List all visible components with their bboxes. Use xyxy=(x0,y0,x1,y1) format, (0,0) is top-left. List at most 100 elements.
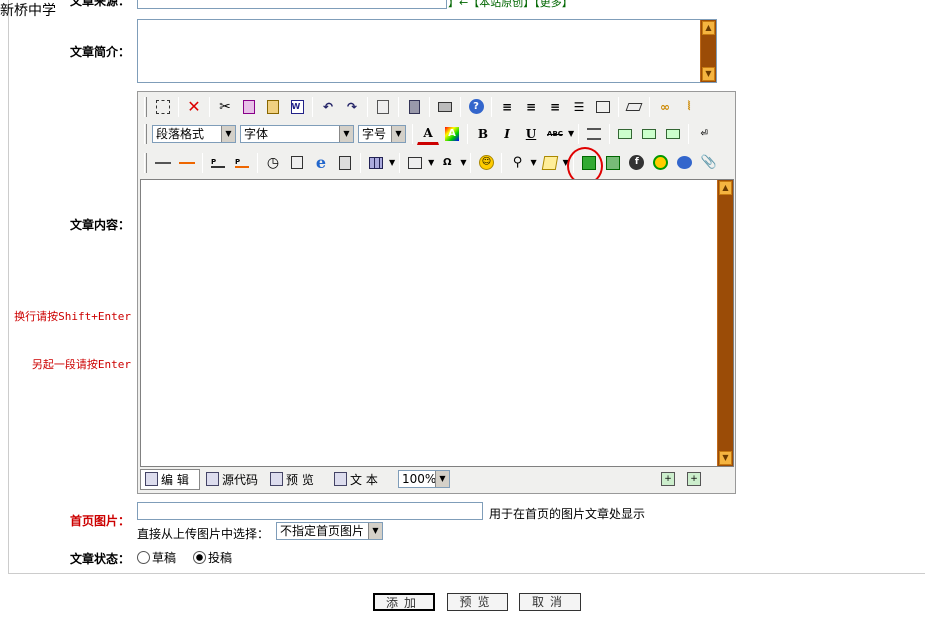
align-right-icon[interactable]: ≡ xyxy=(544,96,566,118)
status-draft-radio[interactable]: 草稿 xyxy=(137,549,176,566)
special-char-icon[interactable]: Ω xyxy=(436,152,458,174)
font-size-select[interactable]: 字号 ▼ xyxy=(358,124,406,143)
insert-row-icon[interactable] xyxy=(638,123,660,145)
shrink-editor-icon[interactable]: + xyxy=(687,472,701,486)
realplayer-icon[interactable] xyxy=(674,152,696,174)
print-icon[interactable] xyxy=(434,96,456,118)
zoom-dropdown-icon[interactable]: ▼ xyxy=(530,158,536,167)
mode-source-tab[interactable]: 源代码 xyxy=(202,470,264,489)
clock-icon[interactable]: ◷ xyxy=(262,152,284,174)
media-player-icon[interactable] xyxy=(650,152,672,174)
summary-scrollbar[interactable]: ▲ ▼ xyxy=(700,20,716,82)
bold-icon[interactable]: B xyxy=(472,123,494,145)
zoom-icon[interactable]: ⚲ xyxy=(506,152,528,174)
italic-icon[interactable]: I xyxy=(496,123,518,145)
toolbar-grip xyxy=(144,96,147,117)
school-name: 新桥中学 xyxy=(0,3,56,19)
preview-button[interactable]: 预览 xyxy=(447,593,508,611)
content-edit-area[interactable]: ▲ ▼ xyxy=(140,179,734,467)
form-icon[interactable] xyxy=(334,152,356,174)
status-submit-radio[interactable]: 投稿 xyxy=(193,549,232,566)
find-icon[interactable] xyxy=(372,96,394,118)
scroll-up-icon[interactable]: ▲ xyxy=(702,21,715,35)
form-dropdown-icon[interactable]: ▼ xyxy=(428,158,434,167)
summary-textarea[interactable]: ▲ ▼ xyxy=(137,19,717,83)
insert-image-upload-icon[interactable] xyxy=(602,152,624,174)
strikethrough-icon[interactable]: ABC xyxy=(544,123,566,145)
enlarge-editor-icon[interactable]: + xyxy=(661,472,675,486)
insert-row-after-icon[interactable] xyxy=(662,123,684,145)
edit-icon xyxy=(145,472,158,486)
paste-word-icon[interactable]: W xyxy=(286,96,308,118)
marquee-color-icon[interactable]: P xyxy=(231,152,253,174)
link-icon[interactable]: ∞ xyxy=(654,96,676,118)
source-links-text[interactable]: 本站原创】【更多】 xyxy=(479,0,573,9)
insert-row-before-icon[interactable] xyxy=(614,123,636,145)
paragraph-format-select[interactable]: 段落格式 ▼ xyxy=(152,124,236,143)
scroll-up-icon[interactable]: ▲ xyxy=(719,181,732,195)
undo-icon[interactable]: ↶ xyxy=(317,96,339,118)
cover-image-select[interactable]: 不指定首页图片 ▼ xyxy=(276,522,383,540)
mode-preview-tab[interactable]: 预 览 xyxy=(266,470,328,489)
note-icon[interactable] xyxy=(539,152,561,174)
toolbar-separator xyxy=(399,152,401,173)
copy-icon[interactable] xyxy=(238,96,260,118)
mode-edit-label: 编 辑 xyxy=(161,472,189,487)
paste-icon[interactable] xyxy=(262,96,284,118)
eraser-icon[interactable] xyxy=(623,96,645,118)
table-dropdown-icon[interactable]: ▼ xyxy=(389,158,395,167)
scroll-down-icon[interactable]: ▼ xyxy=(702,67,715,81)
mode-source-label: 源代码 xyxy=(222,472,259,487)
mode-text-label: 文 本 xyxy=(350,472,378,487)
source-links[interactable]: 】←【本站原创】【更多】 xyxy=(448,0,573,10)
font-color-icon[interactable]: A xyxy=(417,123,439,145)
toolbar-separator xyxy=(578,123,580,144)
align-left-icon[interactable]: ≡ xyxy=(496,96,518,118)
select-all-icon[interactable] xyxy=(152,96,174,118)
char-dropdown-icon[interactable]: ▼ xyxy=(460,158,466,167)
align-center-icon[interactable]: ≡ xyxy=(520,96,542,118)
emoticon-icon[interactable]: ☺ xyxy=(475,152,497,174)
mode-bar: 编 辑 源代码 预 览 文 本 100% ▼ xyxy=(140,468,452,490)
font-family-value: 字体 xyxy=(244,126,269,141)
help-icon[interactable]: ? xyxy=(465,96,487,118)
font-family-select[interactable]: 字体 ▼ xyxy=(240,124,354,143)
underline-icon[interactable]: U xyxy=(520,123,542,145)
flash-icon[interactable]: f xyxy=(626,152,648,174)
source-input[interactable] xyxy=(137,0,447,9)
zoom-select[interactable]: 100% ▼ xyxy=(398,470,450,488)
toolbar-separator xyxy=(312,96,313,117)
cover-image-input[interactable] xyxy=(137,502,483,520)
calculator-icon[interactable] xyxy=(403,96,425,118)
redo-icon[interactable]: ↷ xyxy=(341,96,363,118)
date-icon[interactable] xyxy=(286,152,308,174)
align-justify-icon[interactable]: ☰ xyxy=(568,96,590,118)
toolbar-separator xyxy=(501,152,503,173)
mode-edit-tab[interactable]: 编 辑 xyxy=(140,468,200,490)
content-scrollbar[interactable]: ▲ ▼ xyxy=(717,180,733,466)
horizontal-rule-color-icon[interactable] xyxy=(176,152,198,174)
paragraph-icon[interactable] xyxy=(583,123,605,145)
marquee-icon[interactable]: P xyxy=(207,152,229,174)
ie-icon[interactable]: e xyxy=(310,152,332,174)
highlight-color-icon[interactable]: A xyxy=(441,123,463,145)
unlink-icon[interactable]: ⦚ xyxy=(678,96,700,118)
content-hint-shift-enter: 换行请按Shift+Enter xyxy=(14,310,131,323)
cut-icon[interactable]: ✂ xyxy=(214,96,236,118)
status-label: 文章状态： xyxy=(69,552,130,566)
toolbar-separator xyxy=(460,96,461,117)
form-field-icon[interactable] xyxy=(404,152,426,174)
cancel-button[interactable]: 取消 xyxy=(519,593,581,611)
scroll-down-icon[interactable]: ▼ xyxy=(719,451,732,465)
fit-window-icon[interactable] xyxy=(592,96,614,118)
format-dropdown-icon[interactable]: ▼ xyxy=(568,129,574,138)
horizontal-rule-icon[interactable] xyxy=(152,152,174,174)
attachment-icon[interactable]: 📎 xyxy=(698,152,720,174)
mode-text-tab[interactable]: 文 本 xyxy=(330,470,392,489)
delete-icon[interactable]: ✕ xyxy=(183,96,205,118)
toolbar-separator xyxy=(609,123,611,144)
toolbar-separator xyxy=(202,152,203,173)
table-icon[interactable] xyxy=(365,152,387,174)
page-break-icon[interactable]: ⏎ xyxy=(693,123,715,145)
add-button[interactable]: 添加 xyxy=(373,593,435,611)
